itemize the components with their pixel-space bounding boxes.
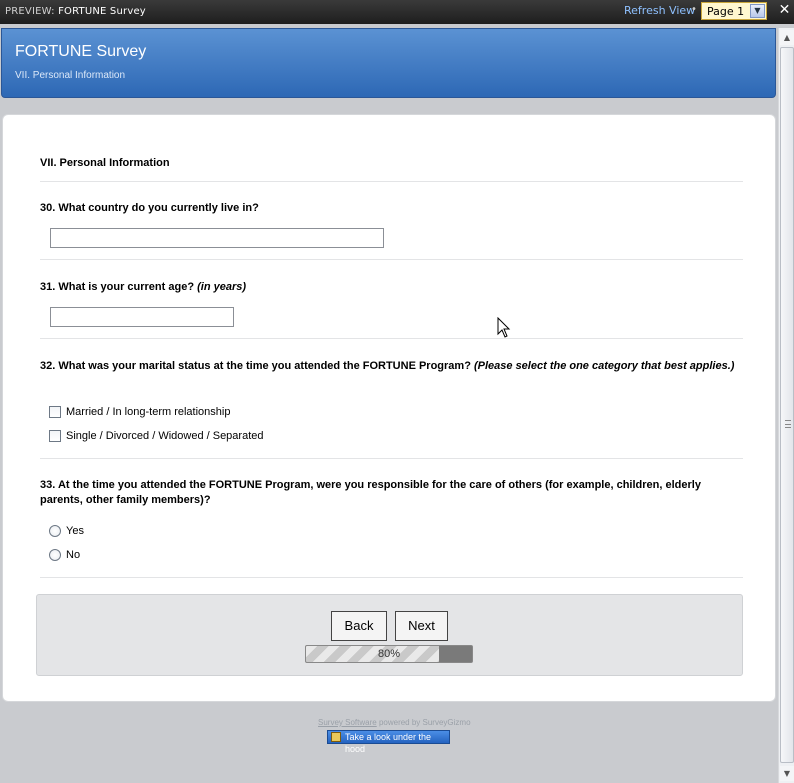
survey-subtitle: VII. Personal Information [15, 70, 126, 81]
close-icon[interactable]: ✕ [778, 3, 791, 18]
age-input[interactable] [50, 307, 234, 327]
divider [40, 338, 743, 339]
separator-dot: • [691, 4, 697, 15]
refresh-view-link[interactable]: Refresh View [624, 4, 695, 17]
progress-bar: 80% [305, 645, 473, 663]
chevron-down-icon[interactable]: ▼ [750, 4, 765, 18]
navigation-panel: Back Next 80% [36, 594, 743, 676]
scroll-down-icon[interactable]: ▼ [780, 766, 794, 781]
next-button[interactable]: Next [395, 611, 448, 641]
scrollbar-thumb[interactable] [780, 47, 794, 763]
page-select[interactable]: Page 1 ▼ [701, 2, 767, 20]
question-31-label: 31. What is your current age? (in years) [40, 281, 247, 293]
question-32-label: 32. What was your marital status at the … [40, 360, 735, 372]
survey-card: VII. Personal Information 30. What count… [2, 114, 776, 702]
divider [40, 458, 743, 459]
country-input[interactable] [50, 228, 384, 248]
radio-yes[interactable] [49, 525, 61, 537]
divider [40, 577, 743, 578]
question-32-hint: (Please select the one category that bes… [473, 360, 735, 372]
page-select-value: Page 1 [707, 5, 745, 18]
under-the-hood-button[interactable]: Take a look under the hood [327, 730, 450, 754]
checkbox-married[interactable] [49, 406, 61, 418]
mouse-pointer-icon [497, 317, 511, 338]
grip-icon [785, 420, 791, 428]
question-31-hint: (in years) [197, 281, 247, 293]
care-option-yes[interactable]: Yes [49, 525, 84, 539]
section-title: VII. Personal Information [40, 157, 170, 169]
scroll-up-icon[interactable]: ▲ [780, 30, 794, 45]
preview-bar: PREVIEW: FORTUNE Survey Refresh View • P… [0, 0, 794, 24]
powered-by: Survey Software powered by SurveyGizmo [318, 718, 471, 727]
marital-option-married[interactable]: Married / In long-term relationship [49, 406, 230, 420]
vertical-scrollbar[interactable]: ▲ ▼ [778, 28, 794, 783]
divider [40, 181, 743, 182]
care-option-no[interactable]: No [49, 549, 80, 563]
question-33-label: 33. At the time you attended the FORTUNE… [40, 479, 701, 506]
checkbox-single[interactable] [49, 430, 61, 442]
back-button[interactable]: Back [331, 611, 387, 641]
hood-icon [331, 732, 341, 742]
radio-no[interactable] [49, 549, 61, 561]
progress-text: 80% [377, 648, 401, 660]
question-30-label: 30. What country do you currently live i… [40, 202, 259, 214]
survey-title: FORTUNE Survey [15, 43, 147, 60]
survey-header: FORTUNE Survey VII. Personal Information [1, 28, 776, 98]
survey-software-link[interactable]: Survey Software [318, 718, 377, 727]
divider [40, 259, 743, 260]
marital-option-single[interactable]: Single / Divorced / Widowed / Separated [49, 430, 264, 444]
preview-label: PREVIEW: FORTUNE Survey [5, 6, 146, 17]
